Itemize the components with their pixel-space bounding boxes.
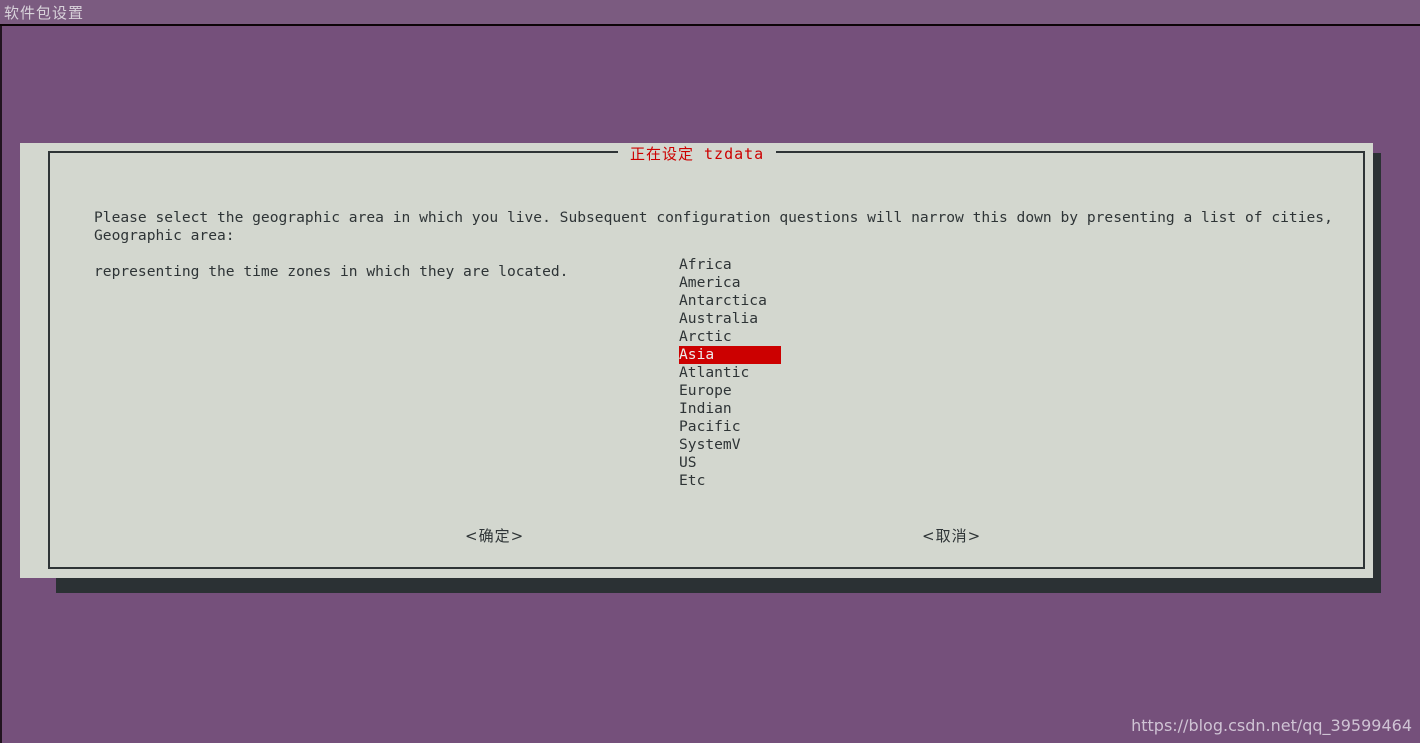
list-item-atlantic[interactable]: Atlantic: [679, 364, 781, 382]
geographic-area-list[interactable]: Africa America Antarctica Australia Arct…: [679, 256, 939, 490]
list-item-africa[interactable]: Africa: [679, 256, 781, 274]
list-item-australia[interactable]: Australia: [679, 310, 781, 328]
list-item-america[interactable]: America: [679, 274, 781, 292]
dialog-button-row: <确定> <取消>: [50, 525, 1367, 549]
window-titlebar: 软件包设置: [0, 0, 1420, 26]
list-item-pacific[interactable]: Pacific: [679, 418, 781, 436]
ok-button[interactable]: <确定>: [465, 525, 524, 547]
description-line-1: Please select the geographic area in whi…: [94, 209, 1333, 226]
terminal-screen: 软件包设置 Please select the geographic area …: [0, 0, 1420, 743]
dialog-title: 正在设定 tzdata: [618, 144, 777, 164]
window-title: 软件包设置: [4, 4, 85, 22]
dialog-frame: Please select the geographic area in whi…: [48, 151, 1365, 569]
screen-left-edge: [0, 0, 2, 743]
list-item-etc[interactable]: Etc: [679, 472, 781, 490]
watermark-url: https://blog.csdn.net/qq_39599464: [1131, 716, 1412, 735]
list-item-indian[interactable]: Indian: [679, 400, 781, 418]
list-item-europe[interactable]: Europe: [679, 382, 781, 400]
cancel-button[interactable]: <取消>: [922, 525, 981, 547]
geographic-area-label: Geographic area:: [94, 227, 235, 244]
list-item-antarctica[interactable]: Antarctica: [679, 292, 781, 310]
tzdata-configuration-dialog: Please select the geographic area in whi…: [20, 143, 1373, 578]
list-item-arctic[interactable]: Arctic: [679, 328, 781, 346]
list-item-us[interactable]: US: [679, 454, 781, 472]
list-item-systemv[interactable]: SystemV: [679, 436, 781, 454]
list-item-asia[interactable]: Asia: [679, 346, 781, 364]
